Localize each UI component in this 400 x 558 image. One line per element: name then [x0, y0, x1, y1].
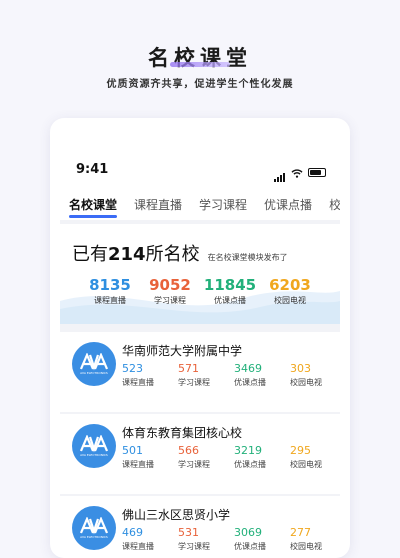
school-stat-label: 校园电视 [290, 378, 322, 387]
app-screen: 9:41 名校课堂 课程直播 学习课程 优课点播 校 已有 214 所名校 在名… [60, 152, 340, 552]
school-stats: 501 课程直播 566 学习课程 3219 优课点播 295 校园电视 [122, 444, 340, 470]
status-bar: 9:41 [60, 152, 340, 186]
stat-label: 校园电视 [274, 296, 306, 305]
tab-live-courses[interactable]: 课程直播 [125, 186, 190, 220]
battery-icon [308, 168, 326, 177]
tab-campus[interactable]: 校 [320, 186, 340, 220]
school-stat-label: 课程直播 [122, 378, 154, 387]
hero-title: 名校课堂 [148, 46, 252, 70]
school-logo: AVA ELECTRONICS [72, 342, 116, 386]
school-stat: 501 课程直播 [122, 444, 178, 470]
school-stat: 295 校园电视 [290, 444, 340, 470]
school-stat-value: 3219 [234, 444, 262, 457]
school-name: 佛山三水区思贤小学 [122, 508, 231, 522]
stat-label: 优课点播 [214, 296, 246, 305]
tab-study-courses[interactable]: 学习课程 [190, 186, 255, 220]
stat-ondemand: 11845 优课点播 [200, 276, 260, 306]
stat-value: 8135 [89, 276, 131, 294]
school-stat-label: 学习课程 [178, 460, 210, 469]
school-stat-label: 校园电视 [290, 460, 322, 469]
logo-text: AVA ELECTRONICS [80, 535, 108, 539]
school-stat-value: 566 [178, 444, 199, 457]
logo-text: AVA ELECTRONICS [80, 371, 108, 375]
hero-underline [170, 62, 230, 67]
school-card[interactable]: AVA ELECTRONICS 佛山三水区思贤小学 469 课程直播 531 学习课… [60, 496, 340, 552]
summary-stats: 8135 课程直播 9052 学习课程 11845 优课点播 6203 校园电视 [60, 276, 340, 306]
school-stat-label: 优课点播 [234, 460, 266, 469]
hero-subtitle: 优质资源齐共享，促进学生个性化发展 [106, 79, 294, 90]
status-icons [274, 163, 326, 182]
school-stat: 469 课程直播 [122, 526, 178, 552]
ava-logo-icon [80, 517, 108, 535]
school-logo: AVA ELECTRONICS [72, 424, 116, 468]
school-stat: 566 学习课程 [178, 444, 234, 470]
school-stat-label: 课程直播 [122, 460, 154, 469]
stat-label: 学习课程 [154, 296, 186, 305]
school-stat-label: 校园电视 [290, 542, 322, 551]
stat-value: 9052 [149, 276, 191, 294]
school-stat-value: 501 [122, 444, 143, 457]
summary-title: 已有 214 所名校 在名校课堂模块发布了 [72, 240, 288, 266]
summary-suffix: 所名校 [145, 244, 200, 265]
status-time: 9:41 [76, 162, 109, 177]
school-stat-value: 523 [122, 362, 143, 375]
summary-count: 214 [108, 244, 146, 265]
school-stat: 531 学习课程 [178, 526, 234, 552]
school-stat-value: 571 [178, 362, 199, 375]
tab-on-demand[interactable]: 优课点播 [255, 186, 320, 220]
school-stat: 277 校园电视 [290, 526, 340, 552]
ava-logo-icon [80, 435, 108, 453]
school-card[interactable]: AVA ELECTRONICS 体育东教育集团核心校 501 课程直播 566 学习… [60, 414, 340, 494]
school-stat: 3069 优课点播 [234, 526, 290, 552]
school-stat: 3469 优课点播 [234, 362, 290, 388]
school-stat-value: 3469 [234, 362, 262, 375]
school-stat-label: 学习课程 [178, 378, 210, 387]
school-stat: 3219 优课点播 [234, 444, 290, 470]
stat-live: 8135 课程直播 [80, 276, 140, 306]
summary-note: 在名校课堂模块发布了 [207, 253, 288, 262]
school-name: 体育东教育集团核心校 [122, 426, 243, 440]
school-stat-label: 优课点播 [234, 542, 266, 551]
school-stat-label: 课程直播 [122, 542, 154, 551]
summary-prefix: 已有 [72, 244, 108, 265]
school-stat-value: 295 [290, 444, 311, 457]
school-name: 华南师范大学附属中学 [122, 344, 243, 358]
signal-icon [274, 163, 286, 182]
logo-text: AVA ELECTRONICS [80, 453, 108, 457]
summary-card: 已有 214 所名校 在名校课堂模块发布了 8135 课程直播 9052 学习课… [60, 224, 340, 324]
stat-value: 6203 [269, 276, 311, 294]
school-card[interactable]: AVA ELECTRONICS 华南师范大学附属中学 523 课程直播 571 学习… [60, 332, 340, 412]
school-stat: 303 校园电视 [290, 362, 340, 388]
school-stat: 523 课程直播 [122, 362, 178, 388]
stat-label: 课程直播 [94, 296, 126, 305]
ava-logo-icon [80, 353, 108, 371]
school-stats: 523 课程直播 571 学习课程 3469 优课点播 303 校园电视 [122, 362, 340, 388]
school-stat-value: 303 [290, 362, 311, 375]
wifi-icon [291, 163, 303, 182]
tab-famous-schools[interactable]: 名校课堂 [60, 186, 125, 220]
category-tabs: 名校课堂 课程直播 学习课程 优课点播 校 [60, 186, 340, 220]
school-logo: AVA ELECTRONICS [72, 506, 116, 550]
stat-study: 9052 学习课程 [140, 276, 200, 306]
school-stat: 571 学习课程 [178, 362, 234, 388]
school-stat-label: 优课点播 [234, 378, 266, 387]
stat-value: 11845 [203, 276, 257, 294]
school-stat-label: 学习课程 [178, 542, 210, 551]
stat-tv: 6203 校园电视 [260, 276, 320, 306]
school-stats: 469 课程直播 531 学习课程 3069 优课点播 277 校园电视 [122, 526, 340, 552]
